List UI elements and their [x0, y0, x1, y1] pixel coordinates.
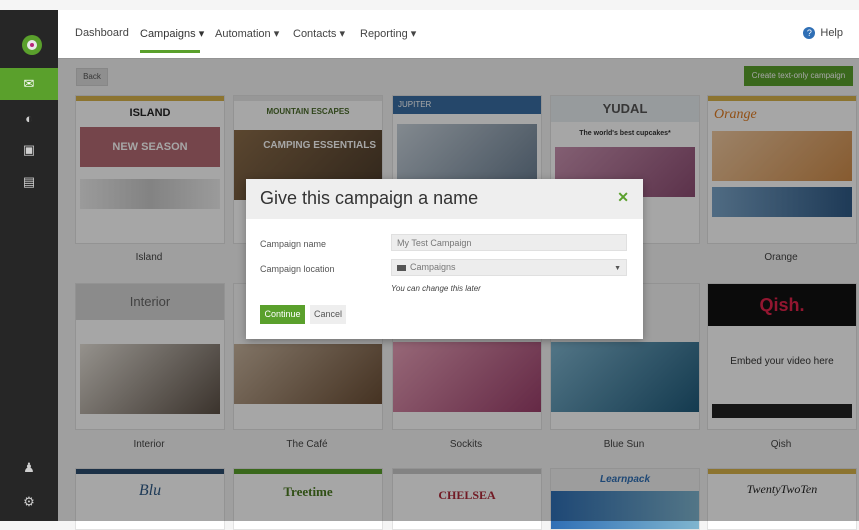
nav-dashboard[interactable]: Dashboard	[75, 27, 129, 39]
form-icon: ▣	[22, 142, 36, 157]
campaign-location-select[interactable]: Campaigns ▼	[391, 259, 627, 276]
help-label: Help	[820, 27, 843, 39]
campaign-location-value: Campaigns	[410, 262, 456, 272]
sidebar-item-account[interactable]: ⚙	[0, 486, 58, 518]
cancel-button[interactable]: Cancel	[310, 305, 346, 324]
sidebar-item-forms[interactable]: ▣	[0, 134, 58, 166]
nav-automation[interactable]: Automation ▾	[215, 27, 279, 40]
help-link[interactable]: ? Help	[803, 27, 843, 39]
pie-chart-icon: ◐	[25, 110, 33, 126]
layout-icon: ▤	[22, 174, 36, 189]
top-nav: Dashboard Campaigns ▾ Automation ▾ Conta…	[58, 10, 859, 59]
envelope-icon: ✉	[23, 76, 35, 91]
continue-button[interactable]: Continue	[260, 305, 305, 324]
location-hint: You can change this later	[391, 284, 481, 293]
nav-contacts[interactable]: Contacts ▾	[293, 27, 345, 40]
campaign-name-label: Campaign name	[260, 239, 327, 249]
bell-icon: ♟	[23, 460, 35, 475]
sidebar-item-notifications[interactable]: ♟	[0, 452, 58, 484]
nav-reporting[interactable]: Reporting ▾	[360, 27, 416, 40]
campaign-name-input[interactable]: My Test Campaign	[391, 234, 627, 251]
chevron-down-icon: ▼	[614, 265, 621, 272]
dialog-title: Give this campaign a name	[260, 188, 479, 208]
user-settings-icon: ⚙	[23, 494, 35, 509]
name-campaign-dialog: Give this campaign a name ✕ Campaign nam…	[246, 179, 643, 339]
help-icon: ?	[803, 27, 816, 39]
close-icon[interactable]: ✕	[617, 189, 629, 206]
folder-icon	[397, 264, 406, 271]
campaign-location-label: Campaign location	[260, 264, 335, 274]
dialog-header: Give this campaign a name ✕	[246, 179, 643, 219]
nav-active-indicator	[140, 50, 200, 53]
app-logo[interactable]	[22, 35, 42, 55]
sidebar-item-email[interactable]: ✉	[0, 68, 58, 100]
sidebar-item-pages[interactable]: ▤	[0, 166, 58, 198]
sidebar-item-analytics[interactable]: ◐	[0, 102, 58, 134]
sidebar: ✉ ◐ ▣ ▤ ♟ ⚙	[0, 10, 58, 521]
nav-campaigns[interactable]: Campaigns ▾	[140, 27, 204, 40]
